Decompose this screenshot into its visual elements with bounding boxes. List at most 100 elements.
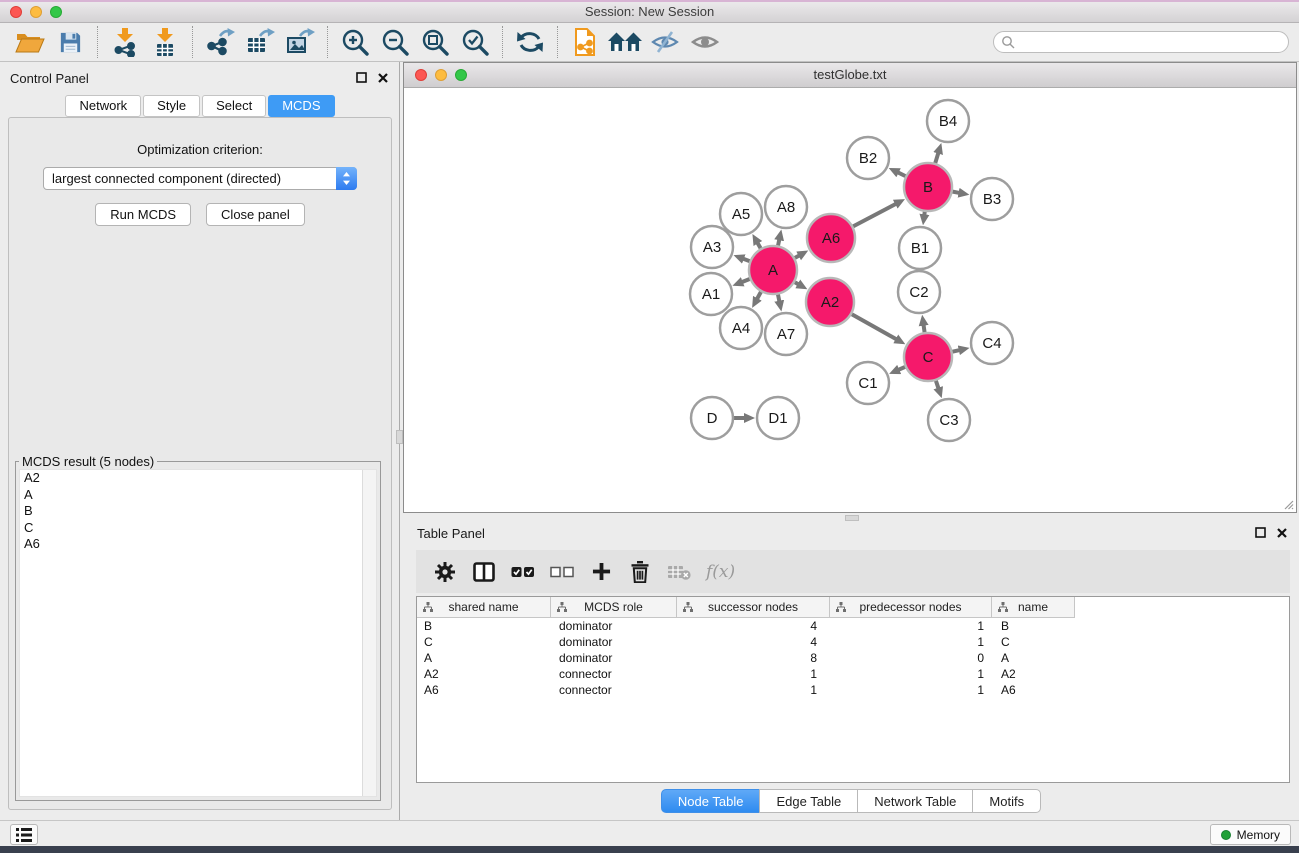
graph-node-A1[interactable]: A1 — [690, 273, 732, 315]
tab-node-table[interactable]: Node Table — [661, 789, 761, 813]
table-cell[interactable]: C — [992, 634, 1075, 650]
graph-edge-C-C2[interactable] — [924, 325, 925, 333]
graph-node-C4[interactable]: C4 — [971, 322, 1013, 364]
search-box[interactable] — [993, 31, 1289, 53]
result-scrollbar[interactable] — [362, 470, 376, 796]
table-cell[interactable]: A — [417, 650, 551, 666]
network-file-icon[interactable] — [565, 25, 605, 59]
column-header-name[interactable]: name — [992, 597, 1075, 618]
network-minimize-button[interactable] — [435, 69, 447, 81]
table-cell[interactable]: 1 — [677, 666, 830, 682]
table-cell[interactable]: 1 — [677, 682, 830, 698]
graph-node-A2[interactable]: A2 — [806, 278, 854, 326]
memory-button[interactable]: Memory — [1210, 824, 1291, 845]
delete-table-icon[interactable] — [667, 559, 691, 585]
tab-mcds[interactable]: MCDS — [268, 95, 334, 117]
graph-node-A5[interactable]: A5 — [720, 193, 762, 235]
table-cell[interactable]: A6 — [992, 682, 1075, 698]
graph-node-C3[interactable]: C3 — [928, 399, 970, 441]
network-graph[interactable]: B4B2BB3A8A5A6A3B1AC2A1A2A4A7C4CC1C3DD1 — [404, 88, 1296, 512]
table-cell[interactable]: dominator — [551, 650, 677, 666]
node-table[interactable]: shared nameMCDS rolesuccessor nodesprede… — [416, 596, 1290, 783]
export-network-icon[interactable] — [200, 25, 240, 59]
minimize-window-button[interactable] — [30, 6, 42, 18]
graph-node-C[interactable]: C — [904, 333, 952, 381]
graph-node-B[interactable]: B — [904, 163, 952, 211]
export-table-icon[interactable] — [240, 25, 280, 59]
close-panel-icon[interactable] — [1277, 528, 1287, 538]
graph-node-C2[interactable]: C2 — [898, 271, 940, 313]
table-cell[interactable]: dominator — [551, 618, 677, 634]
graph-edge-C-C4[interactable] — [952, 350, 959, 352]
result-list-item[interactable]: B — [20, 503, 362, 520]
graph-edge-A6-B[interactable] — [853, 204, 896, 227]
network-zoom-button[interactable] — [455, 69, 467, 81]
deselect-all-check-icon[interactable] — [550, 559, 574, 585]
graph-edge-A-A6[interactable] — [795, 255, 800, 258]
graph-node-C1[interactable]: C1 — [847, 362, 889, 404]
graph-node-D1[interactable]: D1 — [757, 397, 799, 439]
network-canvas[interactable]: B4B2BB3A8A5A6A3B1AC2A1A2A4A7C4CC1C3DD1 — [404, 88, 1296, 512]
table-row[interactable]: Adominator80A — [417, 650, 1289, 666]
table-row[interactable]: A2connector11A2 — [417, 666, 1289, 682]
table-cell[interactable]: 1 — [830, 634, 992, 650]
graph-node-A[interactable]: A — [749, 246, 797, 294]
network-close-button[interactable] — [415, 69, 427, 81]
search-input[interactable] — [1019, 35, 1280, 49]
graph-node-B3[interactable]: B3 — [971, 178, 1013, 220]
graph-edge-A-A3[interactable] — [743, 259, 750, 262]
table-cell[interactable]: A — [992, 650, 1075, 666]
zoom-in-icon[interactable] — [335, 25, 375, 59]
resize-grip-icon[interactable] — [1282, 498, 1294, 510]
graph-node-A3[interactable]: A3 — [691, 226, 733, 268]
graph-edge-A-A5[interactable] — [757, 243, 760, 249]
export-image-icon[interactable] — [280, 25, 320, 59]
graph-edge-A-A8[interactable] — [778, 239, 779, 245]
close-window-button[interactable] — [10, 6, 22, 18]
zoom-window-button[interactable] — [50, 6, 62, 18]
graph-node-B1[interactable]: B1 — [899, 227, 941, 269]
graph-node-A8[interactable]: A8 — [765, 186, 807, 228]
horizontal-splitter-grip[interactable] — [845, 515, 859, 521]
graph-edge-B-B3[interactable] — [953, 192, 960, 193]
tab-select[interactable]: Select — [202, 95, 266, 117]
home-icon[interactable] — [605, 25, 645, 59]
splitter-grip[interactable] — [396, 430, 403, 444]
graph-edge-A-A2[interactable] — [795, 282, 799, 284]
select-all-check-icon[interactable] — [511, 559, 535, 585]
zoom-selected-icon[interactable] — [455, 25, 495, 59]
add-row-icon[interactable] — [589, 559, 613, 585]
graph-node-D[interactable]: D — [691, 397, 733, 439]
column-header-successor-nodes[interactable]: successor nodes — [677, 597, 830, 618]
table-cell[interactable]: C — [417, 634, 551, 650]
graph-edge-A2-C[interactable] — [852, 314, 897, 339]
close-panel-button[interactable]: Close panel — [206, 203, 305, 226]
table-cell[interactable]: A2 — [417, 666, 551, 682]
tab-edge-table[interactable]: Edge Table — [759, 789, 858, 813]
delete-row-icon[interactable] — [628, 559, 652, 585]
table-cell[interactable]: connector — [551, 666, 677, 682]
table-options-icon[interactable] — [433, 559, 457, 585]
import-table-icon[interactable] — [145, 25, 185, 59]
hide-graphics-details-icon[interactable] — [645, 25, 685, 59]
column-header-predecessor-nodes[interactable]: predecessor nodes — [830, 597, 992, 618]
tab-network[interactable]: Network — [65, 95, 141, 117]
float-panel-icon[interactable] — [356, 72, 367, 83]
table-row[interactable]: Cdominator41C — [417, 634, 1289, 650]
graph-edge-A-A1[interactable] — [742, 279, 750, 282]
table-cell[interactable]: A2 — [992, 666, 1075, 682]
table-cell[interactable]: 1 — [830, 618, 992, 634]
result-list-item[interactable]: C — [20, 520, 362, 537]
table-cell[interactable]: B — [417, 618, 551, 634]
table-cell[interactable]: 1 — [830, 666, 992, 682]
table-cell[interactable]: connector — [551, 682, 677, 698]
tab-motifs[interactable]: Motifs — [972, 789, 1041, 813]
import-network-icon[interactable] — [105, 25, 145, 59]
close-panel-icon[interactable] — [378, 73, 388, 83]
graph-node-A7[interactable]: A7 — [765, 313, 807, 355]
graph-node-A6[interactable]: A6 — [807, 214, 855, 262]
result-list-item[interactable]: A6 — [20, 536, 362, 553]
table-row[interactable]: A6connector11A6 — [417, 682, 1289, 698]
criterion-select[interactable]: largest connected component (directed) — [43, 167, 357, 190]
task-history-button[interactable] — [10, 824, 38, 845]
